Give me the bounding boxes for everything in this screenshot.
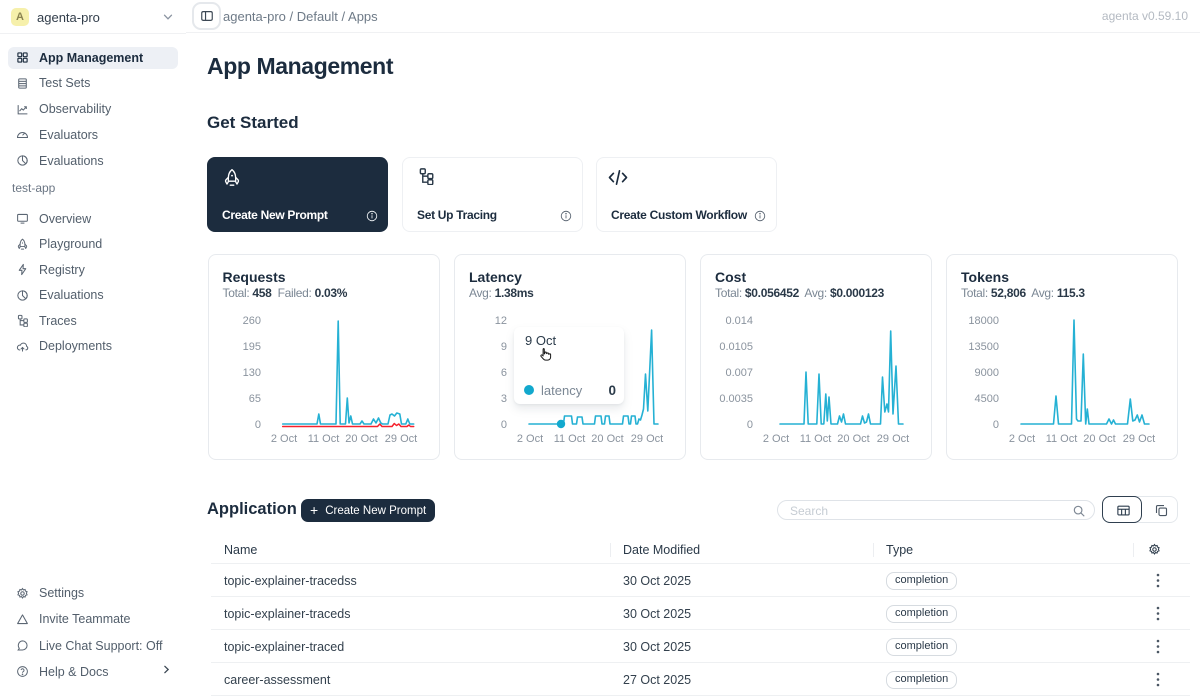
svg-text:20 Oct: 20 Oct	[345, 433, 377, 445]
svg-text:2 Oct: 2 Oct	[763, 433, 789, 445]
svg-text:11 Oct: 11 Oct	[1046, 433, 1078, 445]
svg-text:260: 260	[242, 314, 260, 326]
svg-text:0.0035: 0.0035	[719, 392, 753, 404]
svg-text:9000: 9000	[975, 366, 999, 378]
svg-text:3: 3	[501, 392, 507, 404]
svg-text:9: 9	[501, 340, 507, 352]
svg-text:0: 0	[254, 418, 260, 430]
svg-text:0: 0	[993, 418, 999, 430]
svg-text:2 Oct: 2 Oct	[517, 433, 543, 445]
svg-text:20 Oct: 20 Oct	[1083, 433, 1115, 445]
svg-text:13500: 13500	[968, 340, 999, 352]
svg-text:2 Oct: 2 Oct	[270, 433, 296, 445]
svg-text:4500: 4500	[975, 392, 999, 404]
svg-text:0: 0	[501, 418, 507, 430]
svg-text:29 Oct: 29 Oct	[384, 433, 416, 445]
svg-text:11 Oct: 11 Oct	[554, 433, 586, 445]
svg-text:12: 12	[495, 314, 507, 326]
svg-text:20 Oct: 20 Oct	[837, 433, 869, 445]
svg-text:18000: 18000	[968, 314, 999, 326]
svg-text:11 Oct: 11 Oct	[307, 433, 339, 445]
svg-text:29 Oct: 29 Oct	[877, 433, 909, 445]
svg-text:29 Oct: 29 Oct	[631, 433, 663, 445]
svg-text:0.007: 0.007	[725, 366, 753, 378]
svg-text:65: 65	[248, 392, 260, 404]
svg-text:0: 0	[747, 418, 753, 430]
svg-text:6: 6	[501, 366, 507, 378]
svg-text:0.014: 0.014	[725, 314, 753, 326]
svg-text:2 Oct: 2 Oct	[1009, 433, 1035, 445]
svg-text:130: 130	[242, 366, 260, 378]
svg-text:0.0105: 0.0105	[719, 340, 753, 352]
svg-text:195: 195	[242, 340, 260, 352]
svg-text:11 Oct: 11 Oct	[800, 433, 832, 445]
svg-text:20 Oct: 20 Oct	[591, 433, 623, 445]
svg-text:29 Oct: 29 Oct	[1123, 433, 1155, 445]
